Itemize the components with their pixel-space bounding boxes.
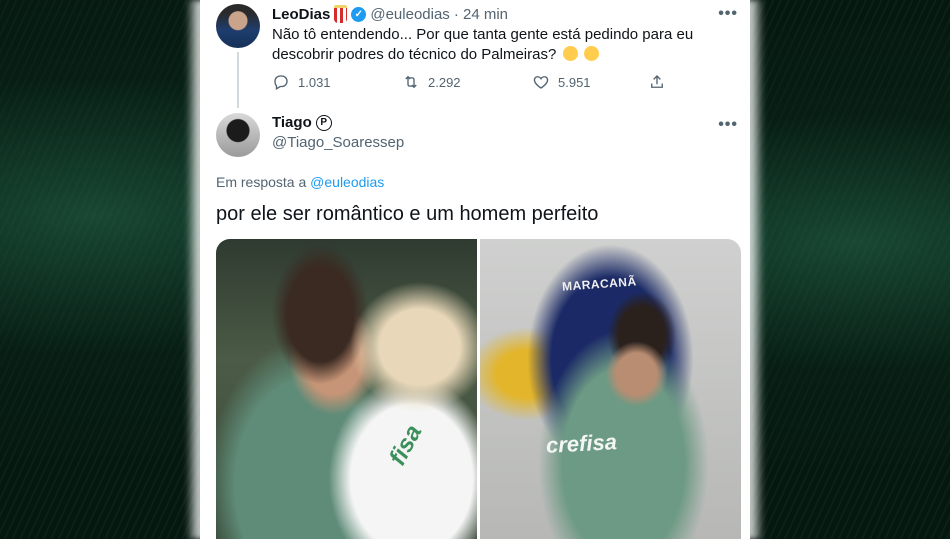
left-shirt-text: fisa: [384, 420, 428, 470]
reply-button[interactable]: 1.031: [272, 73, 402, 91]
tiago-avatar[interactable]: [216, 113, 260, 157]
in-reply-prefix: Em resposta a: [216, 174, 307, 190]
thinking-emoji-icon: [583, 46, 599, 61]
tweet-actions: 1.031 2.292 5.951: [272, 73, 672, 91]
tweet-text: Não tô entendendo... Por que tanta gente…: [272, 25, 742, 65]
share-icon: [651, 75, 663, 88]
reply-more-icon[interactable]: •••: [718, 116, 738, 134]
reply-display-name[interactable]: Tiago: [272, 114, 312, 131]
reply-media[interactable]: fisa MARACANÃ crefisa: [216, 239, 741, 539]
display-name[interactable]: LeoDias: [272, 6, 330, 23]
in-reply-to: Em resposta a @euleodias: [216, 174, 384, 190]
right-shirt-text: crefisa: [545, 429, 618, 458]
user-handle[interactable]: @euleodias: [370, 6, 449, 23]
reply-text: por ele ser romântico e um homem perfeit…: [216, 203, 599, 225]
reply-icon: [274, 75, 288, 90]
more-icon[interactable]: •••: [718, 5, 738, 23]
retweet-count: 2.292: [428, 74, 461, 90]
seat-label: MARACANÃ: [561, 274, 638, 294]
reply-handle[interactable]: @Tiago_Soaressep: [272, 134, 404, 151]
p-badge-icon: P: [315, 114, 332, 131]
popcorn-icon: [334, 5, 348, 23]
like-icon: [533, 76, 549, 89]
tweet-card: LeoDias ✓ @euleodias · 24 min ••• Não tô…: [200, 0, 750, 539]
reply-count: 1.031: [298, 74, 331, 90]
tweet-header: LeoDias ✓ @euleodias · 24 min: [272, 5, 508, 23]
original-tweet[interactable]: LeoDias ✓ @euleodias · 24 min ••• Não tô…: [200, 0, 750, 108]
like-button[interactable]: 5.951: [532, 73, 662, 91]
tweet-text-body: Não tô entendendo... Por que tanta gente…: [272, 26, 694, 63]
reply-header: Tiago P: [272, 114, 332, 131]
like-count: 5.951: [558, 74, 591, 90]
retweet-icon: [405, 75, 417, 89]
verified-icon: ✓: [351, 6, 367, 22]
in-reply-handle-link[interactable]: @euleodias: [310, 174, 384, 190]
retweet-button[interactable]: 2.292: [402, 73, 532, 91]
leodias-avatar[interactable]: [216, 4, 260, 48]
share-button[interactable]: [648, 73, 666, 96]
photo-kiss[interactable]: fisa: [216, 239, 477, 539]
thread-line: [237, 52, 239, 108]
photo-laughing[interactable]: MARACANÃ crefisa: [480, 239, 741, 539]
tweet-time[interactable]: · 24 min: [454, 6, 508, 23]
flushed-emoji-icon: [562, 46, 578, 61]
